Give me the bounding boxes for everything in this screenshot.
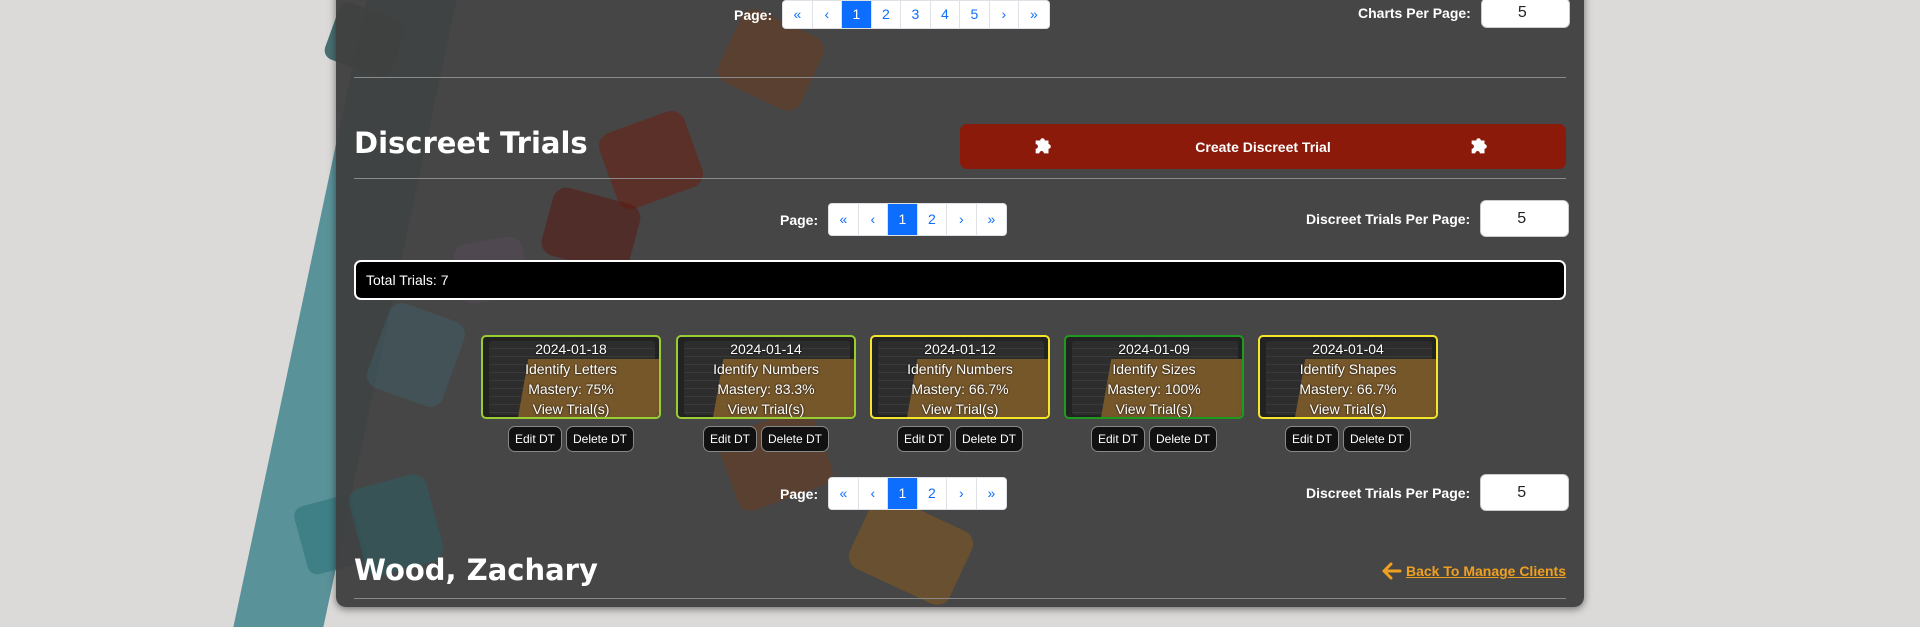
page-link[interactable]: 5 [960,1,990,28]
dt-per-page-input[interactable]: 5 [1480,200,1570,237]
edit-dt-button[interactable]: Edit DT [1090,426,1145,452]
trial-mastery: Mastery: 83.3% [717,381,815,397]
charts-per-page-control: Charts Per Page: 5 [1358,0,1570,28]
back-to-manage-clients-link[interactable]: Back To Manage Clients [1382,562,1566,580]
trial-date: 2024-01-14 [730,341,802,357]
trial-actions: Edit DT Delete DT [870,426,1050,452]
arrow-left-icon [1382,562,1402,580]
chart-pagination-bar: Page: «‹ 1 2 3 4 5 ›» [734,0,1050,29]
page-link[interactable]: ‹ [813,1,843,28]
trial-card: 2024-01-09 Identify Sizes Mastery: 100% … [1064,335,1244,452]
trial-actions: Edit DT Delete DT [481,426,661,452]
panel-background-decoration [336,0,1584,607]
trial-actions: Edit DT Delete DT [676,426,856,452]
page-label: Page: [780,211,819,228]
divider [354,178,1566,179]
view-trials-link[interactable]: View Trial(s) [872,399,1048,417]
trial-card: 2024-01-14 Identify Numbers Mastery: 83.… [676,335,856,452]
trial-name: Identify Numbers [907,361,1013,377]
edit-dt-button[interactable]: Edit DT [507,426,562,452]
trial-card: 2024-01-12 Identify Numbers Mastery: 66.… [870,335,1050,452]
trial-folder[interactable]: 2024-01-04 Identify Shapes Mastery: 66.7… [1258,335,1438,419]
page-link[interactable]: » [1019,1,1049,28]
delete-dt-button[interactable]: Delete DT [565,426,635,452]
trial-date: 2024-01-04 [1312,341,1384,357]
trial-name: Identify Numbers [713,361,819,377]
edit-dt-button[interactable]: Edit DT [702,426,757,452]
view-trials-link[interactable]: View Trial(s) [483,399,659,417]
delete-dt-button[interactable]: Delete DT [760,426,830,452]
create-discreet-trial-label: Create Discreet Trial [1195,138,1331,155]
page-link[interactable]: » [977,478,1007,509]
dt-per-page-label: Discreet Trials Per Page: [1306,210,1471,227]
view-trials-link[interactable]: View Trial(s) [1260,399,1436,417]
trial-mastery: Mastery: 100% [1107,381,1201,397]
trial-folder[interactable]: 2024-01-09 Identify Sizes Mastery: 100% … [1064,335,1244,419]
trial-folder[interactable]: 2024-01-12 Identify Numbers Mastery: 66.… [870,335,1050,419]
back-link-label: Back To Manage Clients [1406,563,1567,579]
puzzle-icon [1035,138,1051,154]
dt-pagination-bar-bottom: Page: «‹ 1 2 ›» [780,477,1008,510]
trial-actions: Edit DT Delete DT [1064,426,1244,452]
puzzle-icon [1471,138,1487,154]
page-link[interactable]: ‹ [859,478,889,509]
trial-mastery: Mastery: 66.7% [911,381,1009,397]
page-link[interactable]: « [829,204,859,235]
dt-per-page-label: Discreet Trials Per Page: [1306,484,1471,501]
section-title: Discreet Trials [354,126,588,160]
page-link[interactable]: « [829,478,859,509]
divider [354,77,1566,78]
page-link[interactable]: › [947,478,977,509]
trial-card: 2024-01-04 Identify Shapes Mastery: 66.7… [1258,335,1438,452]
page-link[interactable]: 2 [872,1,902,28]
trial-date: 2024-01-12 [924,341,996,357]
trial-mastery: Mastery: 66.7% [1299,381,1397,397]
delete-dt-button[interactable]: Delete DT [1148,426,1218,452]
trial-folder[interactable]: 2024-01-18 Identify Letters Mastery: 75%… [481,335,661,419]
trial-folder[interactable]: 2024-01-14 Identify Numbers Mastery: 83.… [676,335,856,419]
trial-name: Identify Sizes [1112,361,1196,377]
page-label: Page: [780,485,819,502]
delete-dt-button[interactable]: Delete DT [954,426,1024,452]
client-panel: Page: «‹ 1 2 3 4 5 ›» Charts Per Page: 5 [336,0,1584,607]
page-link[interactable]: › [990,1,1020,28]
trial-actions: Edit DT Delete DT [1258,426,1438,452]
page-link[interactable]: 2 [918,204,948,235]
page-link[interactable]: » [977,204,1007,235]
view-trials-link[interactable]: View Trial(s) [1066,399,1242,417]
page-link[interactable]: 3 [901,1,931,28]
edit-dt-button[interactable]: Edit DT [1284,426,1339,452]
dt-per-page-input[interactable]: 5 [1480,474,1570,511]
edit-dt-button[interactable]: Edit DT [896,426,951,452]
page-label: Page: [734,6,773,23]
page-link[interactable]: 2 [918,478,948,509]
trial-date: 2024-01-09 [1118,341,1190,357]
dt-pagination: «‹ 1 2 ›» [828,477,1008,510]
page-link[interactable]: 1 [842,1,872,28]
view-trials-link[interactable]: View Trial(s) [678,399,854,417]
charts-per-page-input[interactable]: 5 [1480,0,1570,28]
page-link[interactable]: 4 [931,1,961,28]
dt-pagination-bar-top: Page: «‹ 1 2 ›» [780,203,1008,236]
dt-per-page-control: Discreet Trials Per Page: 5 [1306,200,1570,237]
page-link[interactable]: 1 [888,204,918,235]
trial-date: 2024-01-18 [535,341,607,357]
trial-name: Identify Shapes [1299,361,1397,377]
divider [354,598,1566,599]
trial-name: Identify Letters [525,361,617,377]
delete-dt-button[interactable]: Delete DT [1342,426,1412,452]
create-discreet-trial-button[interactable]: Create Discreet Trial [960,124,1566,169]
trial-card: 2024-01-18 Identify Letters Mastery: 75%… [481,335,661,452]
page-link[interactable]: 1 [888,478,918,509]
trial-mastery: Mastery: 75% [528,381,614,397]
dt-per-page-control-bottom: Discreet Trials Per Page: 5 [1306,474,1570,511]
page-link[interactable]: « [783,1,813,28]
page-link[interactable]: › [947,204,977,235]
client-name: Wood, Zachary [354,553,598,587]
charts-per-page-label: Charts Per Page: [1358,5,1471,21]
total-trials-banner: Total Trials: 7 [354,260,1566,300]
dt-pagination: «‹ 1 2 ›» [828,203,1008,236]
chart-pagination: «‹ 1 2 3 4 5 ›» [782,0,1050,29]
page-link[interactable]: ‹ [859,204,889,235]
